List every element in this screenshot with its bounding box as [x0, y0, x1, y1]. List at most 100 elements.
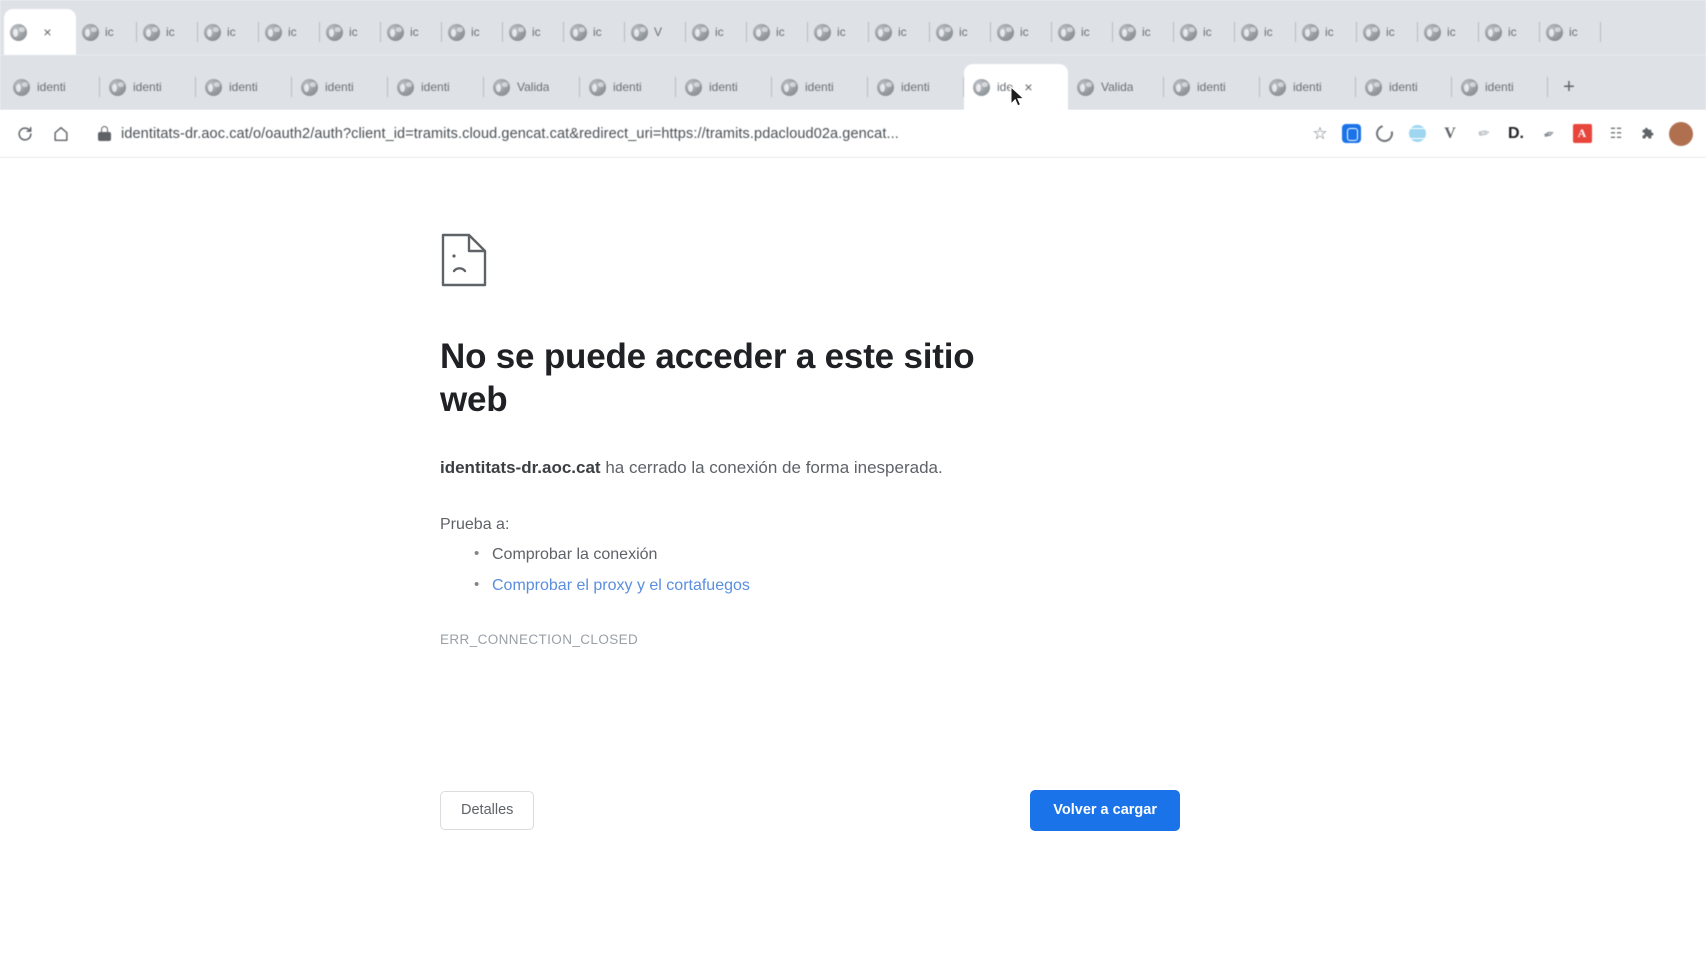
tab-separator	[1547, 77, 1548, 97]
tab-favicon-icon	[1546, 23, 1563, 41]
reload-icon[interactable]	[8, 117, 42, 151]
browser-tab[interactable]: identi	[676, 64, 772, 110]
tab-favicon-icon	[1119, 23, 1136, 41]
address-bar[interactable]: identitats-dr.aoc.cat/o/oauth2/auth?clie…	[86, 119, 1298, 149]
browser-tab[interactable]: ic	[1479, 9, 1540, 55]
browser-tab[interactable]: ic	[320, 9, 381, 55]
bookmark-star-icon[interactable]: ☆	[1306, 124, 1334, 144]
browser-tab[interactable]: ic	[259, 9, 320, 55]
browser-tab[interactable]: ic	[442, 9, 503, 55]
details-button[interactable]: Detalles	[440, 791, 535, 831]
browser-tab[interactable]: ic	[686, 9, 747, 55]
home-icon[interactable]	[44, 117, 78, 151]
tab-favicon-icon	[509, 23, 526, 41]
browser-tab[interactable]: ic	[198, 9, 259, 55]
browser-tab[interactable]: ic	[1296, 9, 1357, 55]
browser-tab[interactable]: ic	[991, 9, 1052, 55]
browser-tab[interactable]: identi	[100, 64, 196, 110]
browser-tab[interactable]: identi	[772, 64, 868, 110]
extension-pen-icon[interactable]: ✒	[1530, 114, 1568, 152]
browser-tab[interactable]: identi	[580, 64, 676, 110]
tab-close-icon[interactable]: ×	[1020, 79, 1037, 96]
tab-favicon-icon	[877, 78, 894, 96]
browser-tab[interactable]: ic	[76, 9, 137, 55]
browser-tab[interactable]: ic	[1113, 9, 1174, 55]
browser-tab[interactable]: Valida	[1068, 64, 1164, 110]
extension-d-icon[interactable]: D.	[1501, 119, 1531, 149]
browser-tab[interactable]: ic	[1235, 9, 1296, 55]
browser-tab[interactable]: identi	[1452, 64, 1548, 110]
browser-tab[interactable]: ic	[1540, 9, 1601, 55]
tab-favicon-icon	[10, 23, 27, 41]
browser-tab[interactable]: identi	[292, 64, 388, 110]
browser-window: × ic ic ic ic ic ic ic ic ic Vic ic ic ic ic ic ic ic ic ic…	[0, 0, 1706, 960]
lock-icon	[98, 126, 111, 141]
browser-tab[interactable]: ic	[1357, 9, 1418, 55]
tab-label: identi	[1293, 80, 1322, 94]
tab-label: ic	[1020, 25, 1029, 39]
tab-favicon-icon	[631, 23, 648, 41]
tab-favicon-icon	[13, 78, 30, 96]
browser-tab[interactable]: ic	[137, 9, 198, 55]
avatar[interactable]	[1666, 119, 1696, 149]
tab-favicon-icon	[997, 23, 1014, 41]
browser-tab[interactable]: ic	[808, 9, 869, 55]
extension-blue-icon[interactable]	[1336, 119, 1366, 149]
tab-favicon-icon	[265, 23, 282, 41]
browser-tab[interactable]: ic	[930, 9, 991, 55]
browser-toolbar: identitats-dr.aoc.cat/o/oauth2/auth?clie…	[0, 110, 1706, 158]
error-button-row: Detalles Volver a cargar	[440, 790, 1180, 832]
tab-label: identi	[1389, 80, 1418, 94]
browser-tab[interactable]: ic	[747, 9, 808, 55]
browser-tab[interactable]: ic	[381, 9, 442, 55]
browser-tab[interactable]: ic	[869, 9, 930, 55]
new-tab-button[interactable]: +	[1554, 72, 1584, 102]
tab-favicon-icon	[1180, 23, 1197, 41]
extension-v-icon[interactable]: V	[1435, 119, 1465, 149]
tab-favicon-icon	[397, 78, 414, 96]
extension-icons: V ✐ D. ✒ A ☷	[1336, 119, 1698, 149]
browser-tab[interactable]: Valida	[484, 64, 580, 110]
tab-label: ic	[593, 25, 602, 39]
extensions-puzzle-icon[interactable]	[1633, 119, 1663, 149]
tab-favicon-icon	[1363, 23, 1380, 41]
tab-label: ic	[227, 25, 236, 39]
browser-tab[interactable]: identi	[1356, 64, 1452, 110]
tab-favicon-icon	[973, 78, 990, 96]
error-page: No se puede acceder a este sitio web ide…	[0, 158, 1706, 960]
tab-label: ic	[105, 25, 114, 39]
browser-tab[interactable]: ic	[1052, 9, 1113, 55]
suggestion-link[interactable]: Comprobar el proxy y el cortafuegos	[440, 574, 1040, 598]
tab-favicon-icon	[1241, 23, 1258, 41]
extension-pin-icon[interactable]: ✐	[1462, 113, 1504, 155]
extension-grid-icon[interactable]: ☷	[1600, 125, 1630, 141]
tab-favicon-icon	[1077, 78, 1094, 96]
browser-tab[interactable]: ic	[1418, 9, 1479, 55]
extension-acrobat-icon[interactable]: A	[1567, 119, 1597, 149]
tab-favicon-icon	[753, 23, 770, 41]
tab-close-icon[interactable]: ×	[39, 24, 56, 41]
tab-separator	[1600, 22, 1601, 42]
extension-globe-icon[interactable]	[1402, 119, 1432, 149]
tab-label: identi	[613, 80, 642, 94]
tab-label: identi	[1197, 80, 1226, 94]
error-subtitle-rest: ha cerrado la conexión de forma inespera…	[600, 458, 943, 478]
tab-favicon-icon	[570, 23, 587, 41]
browser-tab[interactable]: identi	[868, 64, 964, 110]
browser-tab[interactable]: identi	[1260, 64, 1356, 110]
extension-ring-icon[interactable]	[1369, 119, 1399, 149]
browser-tab[interactable]: V	[625, 9, 686, 55]
browser-tab[interactable]: ide ×	[964, 64, 1068, 110]
browser-tab[interactable]: ic	[503, 9, 564, 55]
browser-tab[interactable]: ×	[4, 9, 76, 55]
tab-label: ic	[1081, 25, 1090, 39]
browser-tab[interactable]: ic	[564, 9, 625, 55]
browser-tab[interactable]: identi	[1164, 64, 1260, 110]
browser-tab[interactable]: identi	[4, 64, 100, 110]
browser-tab[interactable]: identi	[388, 64, 484, 110]
tab-label: ic	[898, 25, 907, 39]
reload-button[interactable]: Volver a cargar	[1030, 790, 1180, 832]
browser-tab[interactable]: identi	[196, 64, 292, 110]
tab-favicon-icon	[1058, 23, 1075, 41]
browser-tab[interactable]: ic	[1174, 9, 1235, 55]
